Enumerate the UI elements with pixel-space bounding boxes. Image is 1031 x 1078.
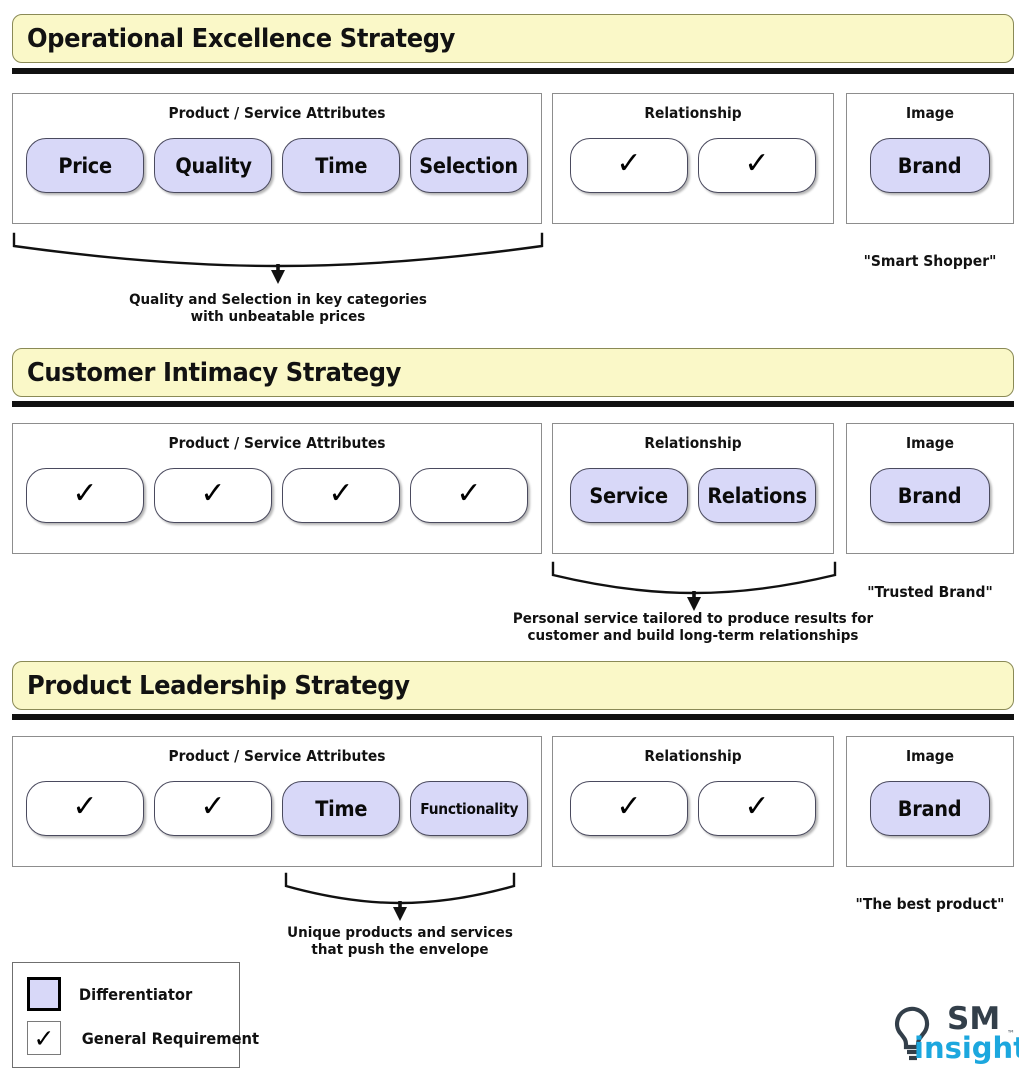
checkmark-icon: ✓ <box>616 145 642 181</box>
legend-item-general-requirement: ✓ General Requirement <box>27 1021 267 1055</box>
sm-insight-logo: SM insight ™ <box>891 1000 1027 1066</box>
divider-rule-1 <box>12 68 1014 75</box>
strategy-title-3: Product Leadership Strategy <box>26 670 410 701</box>
attributes-panel-3: Product / Service Attributes ✓ ✓ Time Fu… <box>12 736 542 867</box>
pill-label: Time <box>315 796 367 821</box>
image-panel-2: Image Brand <box>846 423 1014 554</box>
attribute-pill[interactable]: ✓ <box>26 468 144 523</box>
checkmark-icon: ✓ <box>72 475 98 511</box>
checkmark-icon: ✓ <box>200 788 226 824</box>
brace-caption-1: Quality and Selection in key categories … <box>129 292 427 326</box>
image-panel-header-2: Image <box>905 434 955 452</box>
legend-label: General Requirement <box>81 1028 260 1048</box>
attribute-pill[interactable]: Price <box>26 138 144 193</box>
checkmark-icon: ✓ <box>456 475 482 511</box>
attributes-panel-2: Product / Service Attributes ✓ ✓ ✓ ✓ <box>12 423 542 554</box>
attribute-pill[interactable]: ✓ <box>154 468 272 523</box>
pill-label: Brand <box>898 796 962 821</box>
attribute-pill[interactable]: ✓ <box>154 781 272 836</box>
logo-tm-text: ™ <box>1007 1029 1015 1038</box>
attribute-pill[interactable]: Functionality <box>410 781 528 836</box>
attribute-pill[interactable]: Quality <box>154 138 272 193</box>
brace-arrow-3 <box>281 872 519 925</box>
checkmark-icon: ✓ <box>744 145 770 181</box>
checkmark-icon: ✓ <box>72 788 98 824</box>
checkmark-icon: ✓ <box>744 788 770 824</box>
brace-caption-2: Personal service tailored to produce res… <box>512 611 874 645</box>
relationship-panel-3: Relationship ✓ ✓ <box>552 736 834 867</box>
strategy-title-1: Operational Excellence Strategy <box>26 23 456 54</box>
attribute-pill[interactable]: Selection <box>410 138 528 193</box>
strategy-title-2: Customer Intimacy Strategy <box>26 357 402 388</box>
image-panel-1: Image Brand <box>846 93 1014 224</box>
divider-rule-3 <box>12 714 1014 721</box>
legend-item-differentiator: Differentiator <box>27 977 197 1011</box>
pill-label: Brand <box>898 153 962 178</box>
image-panel-header-3: Image <box>905 747 955 765</box>
legend-label: Differentiator <box>78 984 193 1004</box>
image-tagline-2: "Trusted Brand" <box>867 583 993 601</box>
pill-label: Selection <box>419 153 519 178</box>
diagram-canvas: Operational Excellence Strategy Product … <box>0 0 1031 1078</box>
relationship-pill[interactable]: ✓ <box>570 781 688 836</box>
relationship-pill[interactable]: Relations <box>698 468 816 523</box>
pill-label: Relations <box>707 483 807 508</box>
strategy-banner-3: Product Leadership Strategy <box>12 661 1014 710</box>
relationship-panel-1: Relationship ✓ ✓ <box>552 93 834 224</box>
attribute-pill[interactable]: Time <box>282 781 400 836</box>
relationship-pill[interactable]: Service <box>570 468 688 523</box>
brand-pill[interactable]: Brand <box>870 781 990 836</box>
pill-label: Time <box>315 153 367 178</box>
relationship-panel-2: Relationship Service Relations <box>552 423 834 554</box>
image-panel-header-1: Image <box>905 104 955 122</box>
attribute-pill[interactable]: ✓ <box>282 468 400 523</box>
relationship-panel-header-2: Relationship <box>644 434 742 452</box>
divider-rule-2 <box>12 401 1014 408</box>
pill-label: Brand <box>898 483 962 508</box>
checkmark-icon: ✓ <box>328 475 354 511</box>
image-panel-3: Image Brand <box>846 736 1014 867</box>
relationship-panel-header-3: Relationship <box>644 747 742 765</box>
pill-label: Functionality <box>420 799 518 818</box>
relationship-pill[interactable]: ✓ <box>570 138 688 193</box>
logo-word-text: insight <box>914 1031 1019 1065</box>
relationship-pill[interactable]: ✓ <box>698 781 816 836</box>
attributes-panel-header-2: Product / Service Attributes <box>168 434 386 452</box>
pill-label: Service <box>589 483 669 508</box>
brand-pill[interactable]: Brand <box>870 138 990 193</box>
relationship-pill[interactable]: ✓ <box>698 138 816 193</box>
differentiator-swatch-icon <box>27 977 61 1011</box>
attribute-pill[interactable]: ✓ <box>410 468 528 523</box>
attributes-panel-header-3: Product / Service Attributes <box>168 747 386 765</box>
checkmark-square-icon: ✓ <box>27 1021 61 1055</box>
image-tagline-1: "Smart Shopper" <box>863 252 997 270</box>
relationship-panel-header-1: Relationship <box>644 104 742 122</box>
attributes-panel-header-1: Product / Service Attributes <box>168 104 386 122</box>
strategy-banner-1: Operational Excellence Strategy <box>12 14 1014 63</box>
brace-caption-3: Unique products and services that push t… <box>287 925 513 959</box>
checkmark-icon: ✓ <box>200 475 226 511</box>
attribute-pill[interactable]: Time <box>282 138 400 193</box>
attribute-pill[interactable]: ✓ <box>26 781 144 836</box>
attributes-panel-1: Product / Service Attributes Price Quali… <box>12 93 542 224</box>
checkmark-icon: ✓ <box>616 788 642 824</box>
brand-pill[interactable]: Brand <box>870 468 990 523</box>
brace-arrow-2 <box>548 561 840 614</box>
strategy-banner-2: Customer Intimacy Strategy <box>12 348 1014 397</box>
legend-box: Differentiator ✓ General Requirement <box>12 962 259 1068</box>
pill-label: Quality <box>174 153 252 178</box>
image-tagline-3: "The best product" <box>855 895 1005 913</box>
pill-label: Price <box>58 153 112 178</box>
brace-arrow-1 <box>8 232 548 285</box>
